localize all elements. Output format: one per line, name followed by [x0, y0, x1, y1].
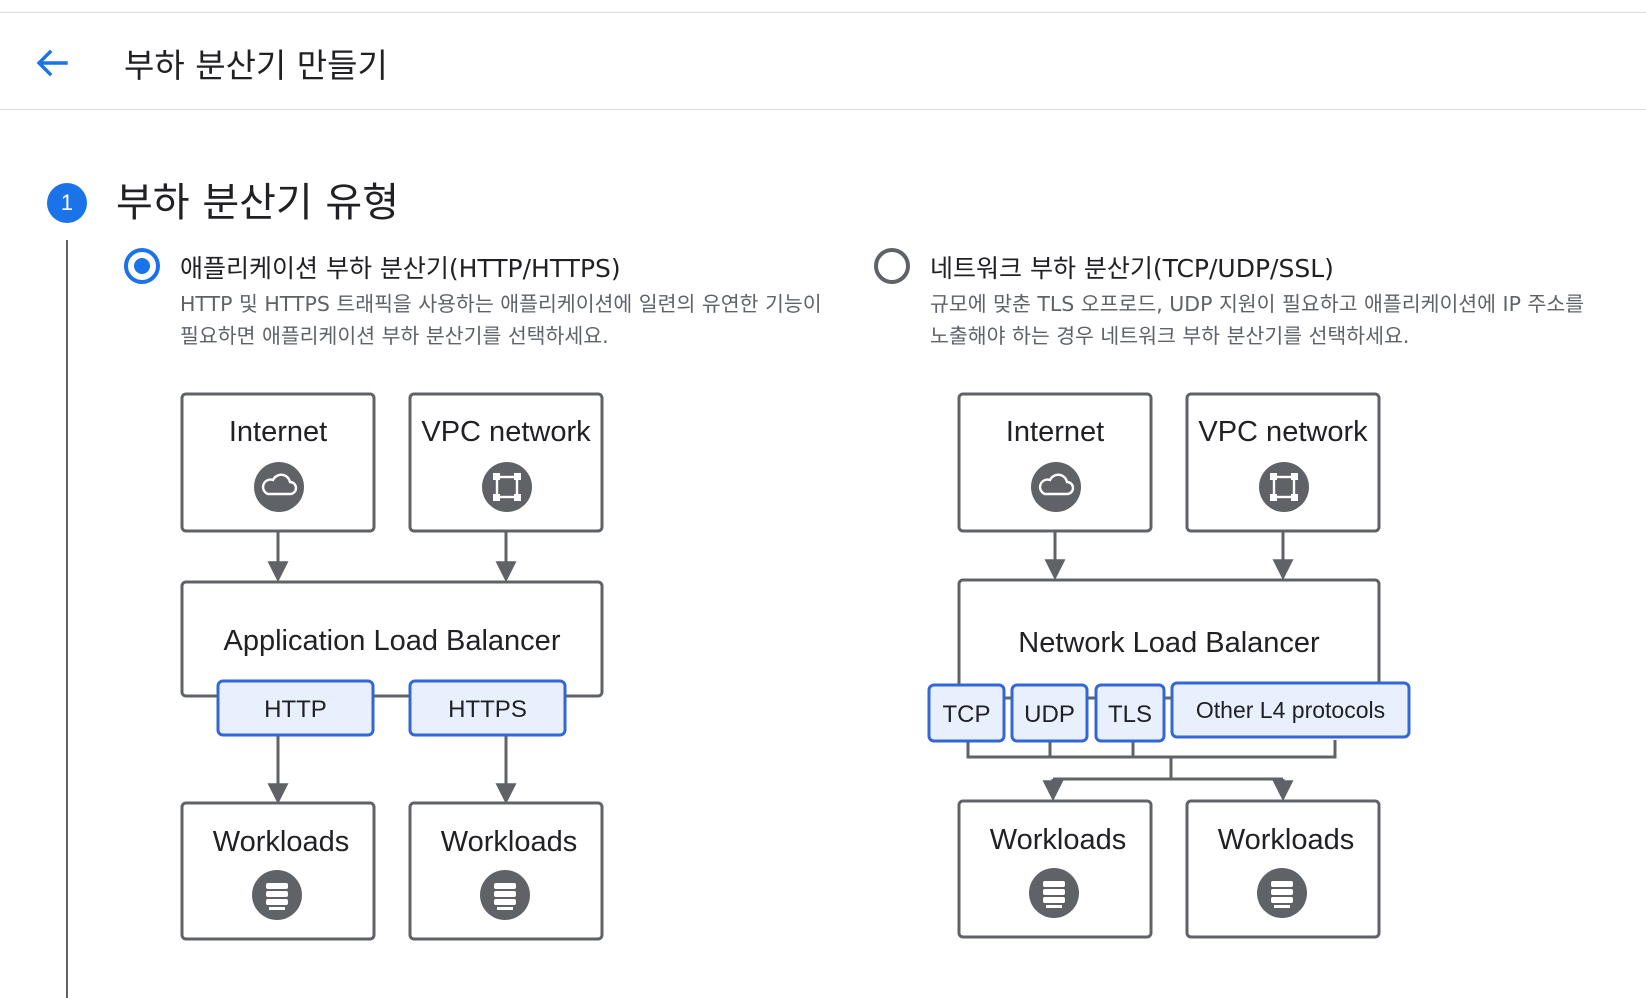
step-connector-line	[66, 240, 68, 998]
step-number-badge: 1	[47, 183, 87, 223]
balancer-box	[957, 578, 1381, 700]
vpc-network-icon	[1257, 460, 1311, 514]
option-application-lb[interactable]: 애플리케이션 부하 분산기(HTTP/HTTPS) HTTP 및 HTTPS 트…	[118, 236, 822, 348]
source-label-vpc: VPC network	[1198, 416, 1368, 448]
protocol-http-chip: HTTP	[216, 679, 375, 737]
balancer-label: Application Load Balancer	[224, 625, 561, 657]
protocol-tls-chip: TLS	[1094, 683, 1166, 743]
protocol-label: TCP	[943, 701, 991, 728]
source-box-vpc	[1185, 392, 1381, 533]
source-box-internet	[957, 392, 1153, 533]
diagrams-layer: HTTP HTTPS Internet VPC network Applicat…	[180, 392, 1411, 941]
balancer-label: Network Load Balancer	[1018, 627, 1320, 659]
page-header: 부하 분산기 만들기	[0, 13, 1646, 110]
protocol-label: Other L4 protocols	[1196, 697, 1385, 723]
option-description: 규모에 맞춘 TLS 오프로드, UDP 지원이 필요하고 애플리케이션에 IP…	[930, 292, 1585, 348]
protocol-merge-line	[966, 740, 1337, 759]
option-network-lb[interactable]: 네트워크 부하 분산기(TCP/UDP/SSL) 규모에 맞춘 TLS 오프로드…	[868, 236, 1584, 348]
protocol-https-chip: HTTPS	[408, 679, 567, 737]
source-label-internet: Internet	[1006, 416, 1104, 448]
protocol-tcp-chip: TCP	[927, 683, 1006, 743]
target-label: Workloads	[213, 826, 349, 858]
cloud-icon	[252, 460, 306, 514]
vpc-network-icon	[480, 460, 534, 514]
database-icon	[252, 870, 302, 920]
protocol-udp-chip: UDP	[1010, 683, 1089, 743]
protocol-label: TLS	[1108, 701, 1152, 728]
protocol-other-l4-chip: Other L4 protocols	[1170, 681, 1411, 739]
target-box-2	[1185, 799, 1381, 939]
page-title: 부하 분산기 만들기	[124, 46, 388, 85]
option-label: 네트워크 부하 분산기(TCP/UDP/SSL)	[930, 254, 1334, 283]
target-label: Workloads	[990, 824, 1126, 856]
target-label: Workloads	[441, 826, 577, 858]
application-lb-diagram	[180, 392, 604, 941]
target-box-1	[180, 801, 376, 941]
back-arrow-icon	[36, 49, 68, 77]
balancer-box	[180, 580, 604, 698]
target-box-1	[957, 799, 1153, 939]
network-lb-diagram	[957, 392, 1381, 939]
option-label: 애플리케이션 부하 분산기(HTTP/HTTPS)	[180, 254, 621, 283]
database-icon	[1029, 868, 1079, 918]
source-label-vpc: VPC network	[421, 416, 591, 448]
source-box-vpc	[408, 392, 604, 533]
step-title: 부하 분산기 유형	[116, 180, 400, 226]
radio-application-lb[interactable]	[124, 248, 160, 284]
source-box-internet	[180, 392, 376, 533]
radio-network-lb[interactable]	[874, 248, 910, 284]
source-label-internet: Internet	[229, 416, 327, 448]
protocol-label: HTTP	[264, 696, 327, 723]
target-label: Workloads	[1218, 824, 1354, 856]
option-description: HTTP 및 HTTPS 트래픽을 사용하는 애플리케이션에 일련의 유연한 기…	[180, 292, 822, 348]
protocol-label: UDP	[1024, 701, 1075, 728]
back-button[interactable]	[30, 41, 74, 85]
cloud-icon	[1029, 460, 1083, 514]
database-icon	[1257, 868, 1307, 918]
database-icon	[480, 870, 530, 920]
protocol-label: HTTPS	[448, 696, 527, 723]
target-box-2	[408, 801, 604, 941]
